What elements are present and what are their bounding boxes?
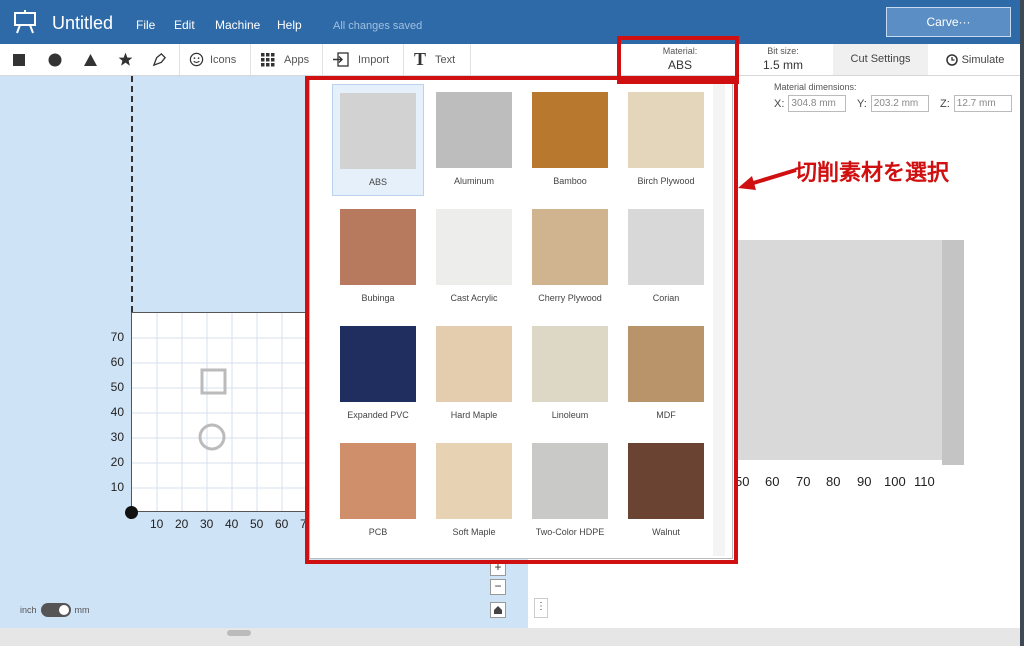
save-status: All changes saved <box>333 20 423 32</box>
popup-highlight-box <box>305 76 738 564</box>
square-shape[interactable] <box>200 368 227 395</box>
cut-settings-button[interactable]: Cut Settings <box>833 44 928 75</box>
menu-edit[interactable]: Edit <box>174 18 195 32</box>
y-tick: 40 <box>110 405 124 419</box>
y-tick: 60 <box>110 355 124 369</box>
toolbar-divider <box>179 44 180 75</box>
triangle-icon <box>84 53 97 66</box>
star-tool[interactable] <box>118 44 133 75</box>
simulate-button[interactable]: Simulate <box>930 44 1020 75</box>
toolbar-divider <box>403 44 404 75</box>
horizontal-scroll-handle[interactable] <box>227 630 251 636</box>
x-tick: 30 <box>200 517 214 531</box>
apps-button[interactable]: Apps <box>261 44 309 75</box>
unit-mm-label: mm <box>74 605 90 615</box>
menu-file[interactable]: File <box>136 18 155 32</box>
icons-label: Icons <box>210 53 237 66</box>
preview-x-tick: 100 <box>884 474 906 489</box>
import-button[interactable]: Import <box>333 44 389 75</box>
dimension-z-label: Z: <box>940 97 950 110</box>
dimension-x: X: <box>774 95 847 112</box>
square-tool[interactable] <box>12 44 26 75</box>
design-grid[interactable] <box>131 312 331 512</box>
square-icon <box>13 53 25 66</box>
app-window: Untitled File Edit Machine Help All chan… <box>0 0 1024 646</box>
preview-x-tick: 60 <box>765 474 780 489</box>
preview-x-tick: 70 <box>796 474 811 489</box>
menu-help[interactable]: Help <box>277 18 302 32</box>
top-bar: Untitled File Edit Machine Help All chan… <box>0 0 1020 44</box>
annotation-arrow-icon <box>738 168 797 190</box>
dimension-y-label: Y: <box>857 97 867 110</box>
x-tick: 20 <box>175 517 189 531</box>
preview-x-tick: 110 <box>914 474 935 489</box>
text-button[interactable]: T Text <box>414 44 455 75</box>
pen-tool[interactable] <box>152 44 167 75</box>
toolbar-divider <box>250 44 251 75</box>
pen-icon <box>152 52 167 67</box>
document-title[interactable]: Untitled <box>52 13 113 34</box>
zoom-out-button[interactable]: − <box>490 579 506 595</box>
simulate-label: Simulate <box>961 53 1005 66</box>
bottom-bar <box>0 628 1020 646</box>
dimension-x-label: X: <box>774 97 785 110</box>
preview-x-tick: 80 <box>826 474 841 489</box>
menu-machine[interactable]: Machine <box>215 18 260 32</box>
dimension-y-input[interactable] <box>870 95 929 112</box>
home-view-button[interactable] <box>490 602 506 618</box>
unit-inch-label: inch <box>20 605 37 615</box>
material-slab-preview <box>735 240 942 460</box>
canvas-dashed-boundary <box>131 76 133 312</box>
dimension-z-input[interactable] <box>953 95 1012 112</box>
preview-options-button[interactable]: ⋮ <box>534 598 548 618</box>
origin-point <box>125 506 138 519</box>
carve-button[interactable]: Carve··· <box>886 7 1011 37</box>
bit-size-label: Bit size: <box>767 46 799 56</box>
star-icon <box>118 52 133 66</box>
x-tick: 10 <box>150 517 164 531</box>
dimension-z: Z: <box>940 95 1012 112</box>
y-tick: 20 <box>110 455 124 469</box>
dimension-y: Y: <box>857 95 929 112</box>
bit-size-selector[interactable]: Bit size: 1.5 mm <box>748 44 818 75</box>
apps-label: Apps <box>284 53 310 66</box>
preview-x-tick: 90 <box>857 474 872 489</box>
icons-button[interactable]: Icons <box>189 44 236 75</box>
toolbar-divider <box>470 44 471 75</box>
text-label: Text <box>435 53 456 66</box>
home-icon <box>494 606 502 614</box>
material-slab-edge <box>942 240 964 465</box>
import-label: Import <box>358 53 390 66</box>
circle-shape[interactable] <box>198 423 226 451</box>
toolbar-divider <box>322 44 323 75</box>
easel-logo-icon[interactable] <box>12 10 38 34</box>
unit-switch[interactable] <box>40 603 71 617</box>
smiley-icon <box>189 52 204 67</box>
annotation-text: 切削素材を選択 <box>795 160 950 185</box>
triangle-tool[interactable] <box>83 44 98 75</box>
import-icon <box>333 52 349 67</box>
x-tick: 60 <box>275 517 289 531</box>
x-tick: 40 <box>225 517 239 531</box>
dimension-x-input[interactable] <box>788 95 847 112</box>
grid-icon <box>261 52 275 66</box>
bit-size-value: 1.5 mm <box>762 58 803 72</box>
y-tick: 30 <box>110 430 124 444</box>
y-tick: 50 <box>110 380 124 394</box>
text-icon: T <box>414 49 427 69</box>
y-tick: 70 <box>110 330 124 344</box>
y-tick: 10 <box>110 480 124 494</box>
circle-icon <box>48 53 62 66</box>
clock-icon <box>945 53 958 66</box>
circle-tool[interactable] <box>48 44 62 75</box>
unit-toggle[interactable]: inch mm <box>20 603 90 617</box>
material-dimensions-label: Material dimensions: <box>774 82 857 92</box>
grid-lines <box>132 313 330 511</box>
x-tick: 50 <box>250 517 264 531</box>
